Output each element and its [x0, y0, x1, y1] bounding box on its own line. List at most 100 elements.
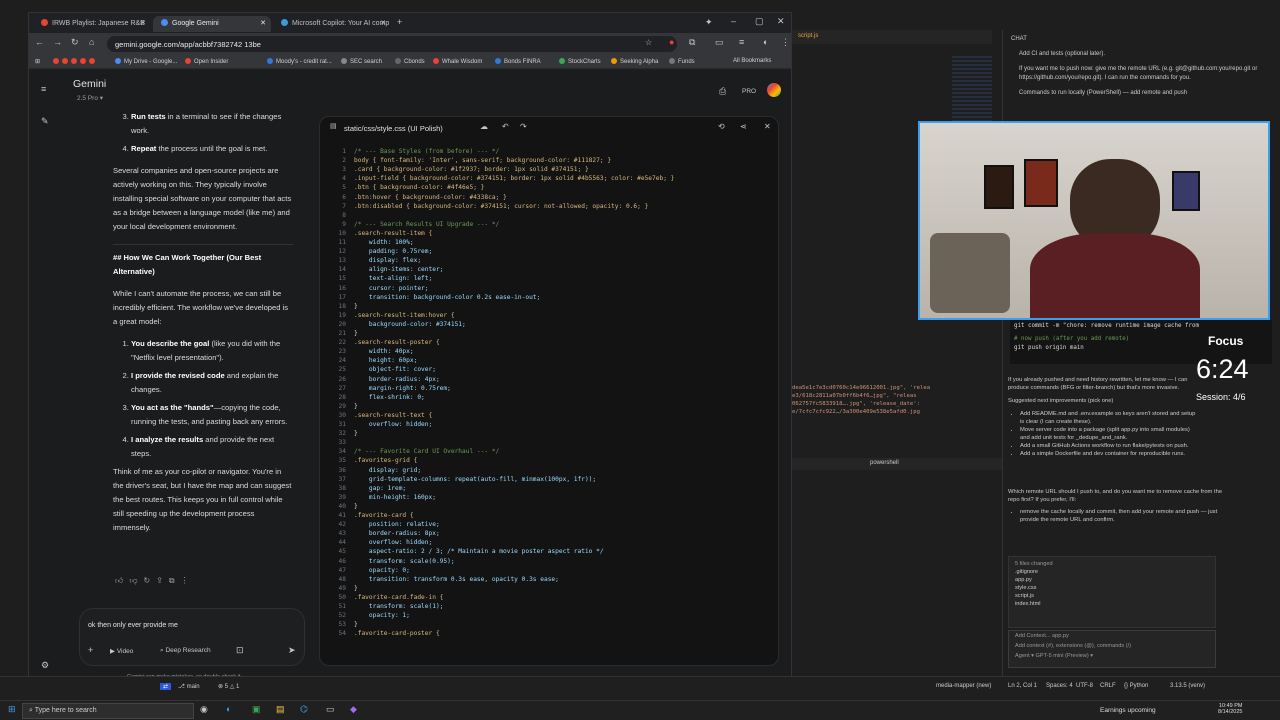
status-item[interactable]: 3.13.5 (venv): [1170, 683, 1205, 689]
bookmark-icons[interactable]: [53, 58, 98, 65]
code-line[interactable]: opacity: 1;: [354, 611, 410, 620]
prompt-box[interactable]: ok then only ever provide me + ▶ Video ⌕…: [79, 608, 305, 666]
menu-icon[interactable]: ≡: [739, 37, 744, 47]
taskbar-search[interactable]: ⌕ Type here to search: [22, 703, 194, 719]
app-icon[interactable]: ▭: [326, 704, 335, 715]
bookmark-item[interactable]: Whale Wisdom: [433, 58, 482, 65]
status-item[interactable]: CRLF: [1100, 683, 1116, 689]
bookmark-item[interactable]: Seeking Alpha: [611, 58, 658, 65]
code-line[interactable]: gap: 1rem;: [354, 484, 406, 493]
file-item[interactable]: style.css: [1015, 584, 1209, 592]
bookmark-item[interactable]: My Drive - Google...: [115, 58, 177, 65]
undo-icon[interactable]: ↶: [502, 122, 509, 131]
code-line[interactable]: text-align: left;: [354, 274, 432, 283]
sparkle-icon[interactable]: ✦: [705, 17, 713, 28]
profile-icon[interactable]: ◐: [763, 37, 768, 47]
chat-input[interactable]: Add Context... app.py Add context (#), e…: [1008, 630, 1216, 668]
prompt-input[interactable]: ok then only ever provide me: [88, 622, 178, 629]
bookmark-item[interactable]: StockCharts: [559, 58, 601, 65]
status-item[interactable]: Ln 2, Col 1: [1008, 683, 1037, 689]
bookmark-item[interactable]: Bonds FINRA: [495, 58, 541, 65]
code-line[interactable]: }: [354, 402, 358, 411]
share-icon[interactable]: ⋖: [740, 122, 747, 131]
code-line[interactable]: transform: scale(1);: [354, 602, 444, 611]
apps-icon[interactable]: ⊞: [35, 58, 40, 65]
file-item[interactable]: script.js: [1015, 592, 1209, 600]
code-line[interactable]: .favorite-card-poster {: [354, 629, 440, 638]
status-item[interactable]: media-mapper (new): [936, 683, 991, 689]
code-line[interactable]: border-radius: 8px;: [354, 529, 440, 538]
code-line[interactable]: position: relative;: [354, 520, 440, 529]
send-icon[interactable]: ➤: [288, 645, 296, 656]
bookmark-item[interactable]: SEC search: [341, 58, 382, 65]
code-line[interactable]: transform: scale(0.95);: [354, 557, 455, 566]
app-icon[interactable]: ◆: [350, 704, 357, 715]
browser-tab-1[interactable]: IRWB Playlist: Japanese R&B ✕: [33, 16, 151, 32]
code-line[interactable]: margin-right: 0.75rem;: [354, 384, 451, 393]
code-line[interactable]: /* --- Search Results UI Upgrade --- */: [354, 220, 499, 229]
print-icon[interactable]: ⎙: [719, 86, 726, 97]
close-icon[interactable]: ✕: [140, 19, 146, 27]
maximize-icon[interactable]: ▢: [755, 16, 764, 27]
more-icon[interactable]: ⋮: [781, 37, 790, 48]
code-line[interactable]: grid-template-columns: repeat(auto-fill,…: [354, 475, 596, 484]
new-chat-icon[interactable]: ✎: [41, 116, 49, 127]
code-line[interactable]: /* --- Favorite Card UI Overhaul --- */: [354, 447, 499, 456]
thumbs-down-icon[interactable]: 👎︎: [129, 576, 143, 585]
video-button[interactable]: ▶ Video: [110, 647, 133, 655]
avatar[interactable]: [765, 81, 783, 99]
code-line[interactable]: overflow: hidden;: [354, 420, 432, 429]
weather-widget[interactable]: Earnings upcoming: [1100, 707, 1156, 714]
close-window-icon[interactable]: ✕: [777, 16, 785, 27]
code-line[interactable]: }: [354, 429, 358, 438]
star-icon[interactable]: ☆: [645, 38, 652, 47]
code-line[interactable]: .search-result-item:hover {: [354, 311, 455, 320]
deep-research-button[interactable]: ⌕ Deep Research: [160, 647, 211, 655]
code-editor[interactable]: 1 /* --- Base Styles (from before) --- */…: [320, 147, 778, 665]
code-line[interactable]: }: [354, 329, 358, 338]
reload-icon[interactable]: ↻: [71, 37, 79, 48]
code-line[interactable]: /* --- Base Styles (from before) --- */: [354, 147, 499, 156]
code-line[interactable]: object-fit: cover;: [354, 365, 436, 374]
windows-start-icon[interactable]: ⊞: [8, 704, 16, 715]
code-line[interactable]: padding: 0.75rem;: [354, 247, 432, 256]
canvas-icon[interactable]: ⊡: [236, 645, 244, 656]
status-item[interactable]: UTF-8: [1076, 683, 1093, 689]
share-icon[interactable]: ⇪: [156, 576, 169, 585]
close-icon[interactable]: ✕: [764, 122, 771, 131]
browser-tab-3[interactable]: Microsoft Copilot: Your AI comp ✕: [273, 16, 391, 32]
regenerate-icon[interactable]: ↻: [144, 576, 157, 585]
edge-icon[interactable]: ◐: [226, 704, 231, 714]
status-item[interactable]: {} Python: [1124, 683, 1148, 689]
code-line[interactable]: }: [354, 584, 358, 593]
code-line[interactable]: background-color: #374151;: [354, 320, 466, 329]
code-line[interactable]: height: 60px;: [354, 356, 417, 365]
code-line[interactable]: }: [354, 502, 358, 511]
problems-indicator[interactable]: ⊗ 5 △ 1: [218, 683, 239, 690]
code-line[interactable]: width: 40px;: [354, 347, 414, 356]
extension-icon[interactable]: ⧉: [689, 37, 695, 48]
forward-icon[interactable]: →: [53, 37, 62, 47]
code-line[interactable]: aspect-ratio: 2 / 3; /* Maintain a movie…: [354, 547, 604, 556]
copy-icon[interactable]: ⧉: [169, 576, 181, 585]
url-input[interactable]: gemini.google.com/app/acbbf7382742 13be: [107, 36, 677, 52]
code-line[interactable]: display: grid;: [354, 466, 421, 475]
bookmark-item[interactable]: Funds: [669, 58, 695, 65]
history-icon[interactable]: ⟲: [718, 122, 725, 131]
code-line[interactable]: .input-field { background-color: #374151…: [354, 174, 674, 183]
clock[interactable]: 10:49 PM 8/14/2025: [1218, 703, 1242, 715]
redo-icon[interactable]: ↷: [520, 122, 527, 131]
code-line[interactable]: }: [354, 302, 358, 311]
file-item[interactable]: app.py: [1015, 576, 1209, 584]
app-icon[interactable]: ▣: [252, 704, 261, 715]
code-line[interactable]: align-items: center;: [354, 265, 444, 274]
more-icon[interactable]: ⋮: [181, 576, 195, 585]
code-line[interactable]: .search-result-item {: [354, 229, 432, 238]
code-line[interactable]: .favorites-grid {: [354, 456, 417, 465]
close-icon[interactable]: ✕: [380, 19, 386, 27]
code-line[interactable]: .search-result-text {: [354, 411, 432, 420]
file-item[interactable]: .gitignore: [1015, 568, 1209, 576]
folder-icon[interactable]: ▤: [276, 704, 285, 715]
code-line[interactable]: .favorite-card {: [354, 511, 414, 520]
chrome-icon[interactable]: ◉: [200, 704, 208, 715]
